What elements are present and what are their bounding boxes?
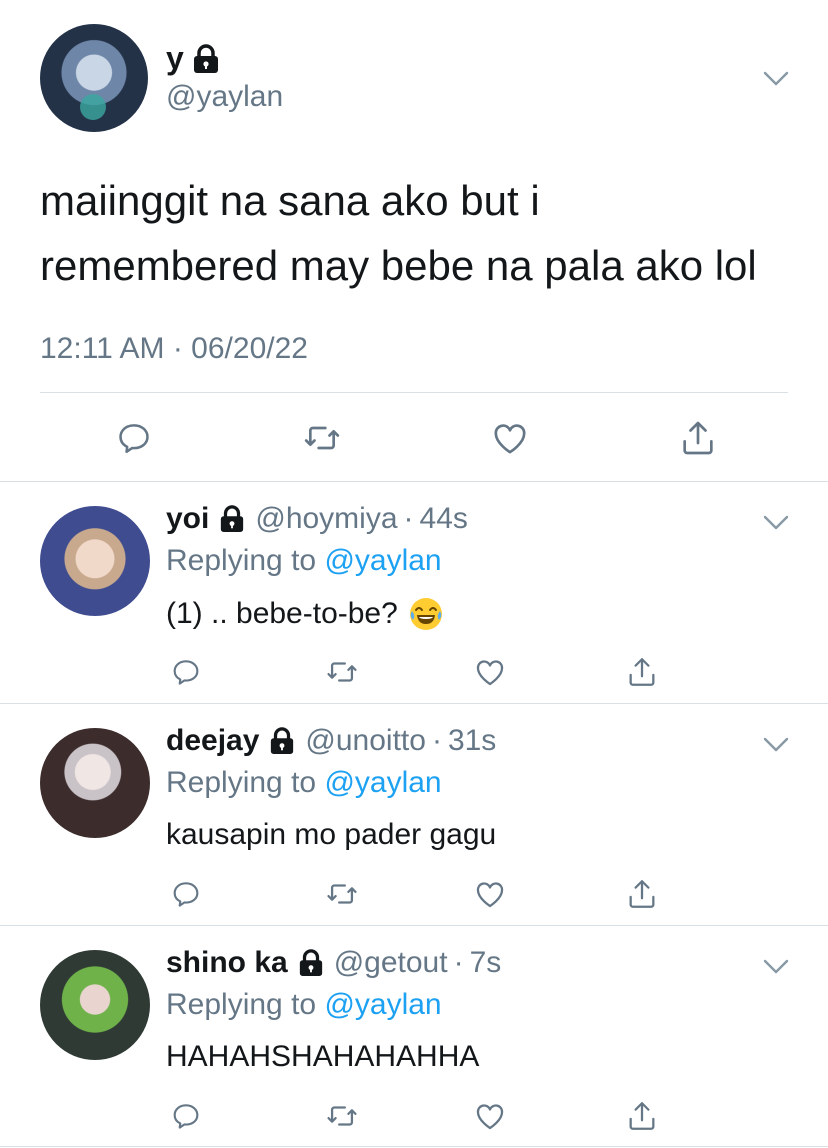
retweet-icon[interactable]	[322, 874, 362, 914]
tweet-text: maiinggit na sana ako but i remembered m…	[40, 168, 800, 298]
retweet-icon[interactable]	[322, 1096, 362, 1136]
avatar[interactable]	[40, 950, 150, 1060]
separator-dot: ·	[431, 724, 442, 757]
reply-text-content: HAHAHSHAHAHAHHA	[166, 1040, 480, 1073]
reply-header: deejay @unoitto · 31s	[166, 724, 496, 758]
chevron-down-icon[interactable]	[762, 952, 790, 980]
avatar[interactable]	[40, 728, 150, 838]
share-icon[interactable]	[622, 874, 662, 914]
lock-icon	[269, 727, 295, 755]
reply-icon[interactable]	[110, 414, 158, 462]
reply-icon[interactable]	[166, 1096, 206, 1136]
action-bar	[0, 874, 828, 914]
main-tweet: y @yaylan maiinggit na sana ako but i re…	[0, 0, 828, 482]
timestamp[interactable]: 7s	[470, 946, 502, 980]
share-icon[interactable]	[674, 414, 722, 462]
avatar[interactable]	[40, 24, 148, 132]
like-icon[interactable]	[470, 874, 510, 914]
handle[interactable]: @hoymiya	[255, 502, 397, 536]
tweet-text-line: remembered may bebe na pala ako lol	[40, 242, 757, 289]
like-icon[interactable]	[486, 414, 534, 462]
replying-to-label: Replying to	[166, 544, 317, 577]
avatar[interactable]	[40, 506, 150, 616]
action-bar	[0, 414, 828, 462]
share-icon[interactable]	[622, 1096, 662, 1136]
retweet-icon[interactable]	[322, 652, 362, 692]
replying-to-label: Replying to	[166, 988, 317, 1021]
reply-text: HAHAHSHAHAHAHHA	[166, 1040, 479, 1074]
separator-dot: ·	[453, 946, 464, 979]
display-name[interactable]: yoi	[166, 502, 209, 536]
reply-text: (1) .. bebe-to-be?	[166, 596, 444, 632]
reply-tweet[interactable]: deejay @unoitto · 31s Replying to @yayla…	[0, 704, 828, 926]
timestamp[interactable]: 31s	[448, 724, 496, 758]
divider	[40, 392, 788, 393]
handle[interactable]: @getout	[334, 946, 448, 980]
chevron-down-icon[interactable]	[762, 64, 790, 92]
share-icon[interactable]	[622, 652, 662, 692]
timestamp[interactable]: 12:11 AM · 06/20/22	[40, 332, 308, 366]
replying-to: Replying to @yaylan	[166, 766, 442, 800]
like-icon[interactable]	[470, 652, 510, 692]
handle[interactable]: @unoitto	[305, 724, 426, 758]
reply-header: shino ka @getout · 7s	[166, 946, 501, 980]
display-name[interactable]: y	[166, 40, 220, 77]
timestamp[interactable]: 44s	[420, 502, 468, 536]
reply-icon[interactable]	[166, 652, 206, 692]
reply-header: yoi @hoymiya · 44s	[166, 502, 468, 536]
face-with-tears-of-joy-icon	[408, 596, 444, 632]
reply-tweet[interactable]: shino ka @getout · 7s Replying to @yayla…	[0, 926, 828, 1148]
chevron-down-icon[interactable]	[762, 508, 790, 536]
separator-dot: ·	[403, 502, 414, 535]
reply-icon[interactable]	[166, 874, 206, 914]
action-bar	[0, 652, 828, 692]
mention-link[interactable]: @yaylan	[324, 544, 441, 577]
reply-text-content: (1) .. bebe-to-be?	[166, 597, 398, 630]
lock-icon	[192, 43, 220, 74]
reply-text: kausapin mo pader gagu	[166, 818, 496, 852]
display-name[interactable]: shino ka	[166, 946, 288, 980]
tweet-text-line: maiinggit na sana ako but i	[40, 177, 540, 224]
lock-icon	[219, 505, 245, 533]
lock-icon	[298, 949, 324, 977]
handle[interactable]: @yaylan	[166, 80, 283, 114]
like-icon[interactable]	[470, 1096, 510, 1136]
mention-link[interactable]: @yaylan	[324, 766, 441, 799]
replying-to: Replying to @yaylan	[166, 544, 442, 578]
mention-link[interactable]: @yaylan	[324, 988, 441, 1021]
retweet-icon[interactable]	[298, 414, 346, 462]
reply-tweet[interactable]: yoi @hoymiya · 44s Replying to @yaylan (…	[0, 482, 828, 704]
display-name-text[interactable]: y	[166, 40, 184, 77]
action-bar	[0, 1096, 828, 1136]
display-name[interactable]: deejay	[166, 724, 259, 758]
replying-to: Replying to @yaylan	[166, 988, 442, 1022]
replying-to-label: Replying to	[166, 766, 317, 799]
divider	[0, 1146, 828, 1147]
chevron-down-icon[interactable]	[762, 730, 790, 758]
reply-text-content: kausapin mo pader gagu	[166, 818, 497, 851]
